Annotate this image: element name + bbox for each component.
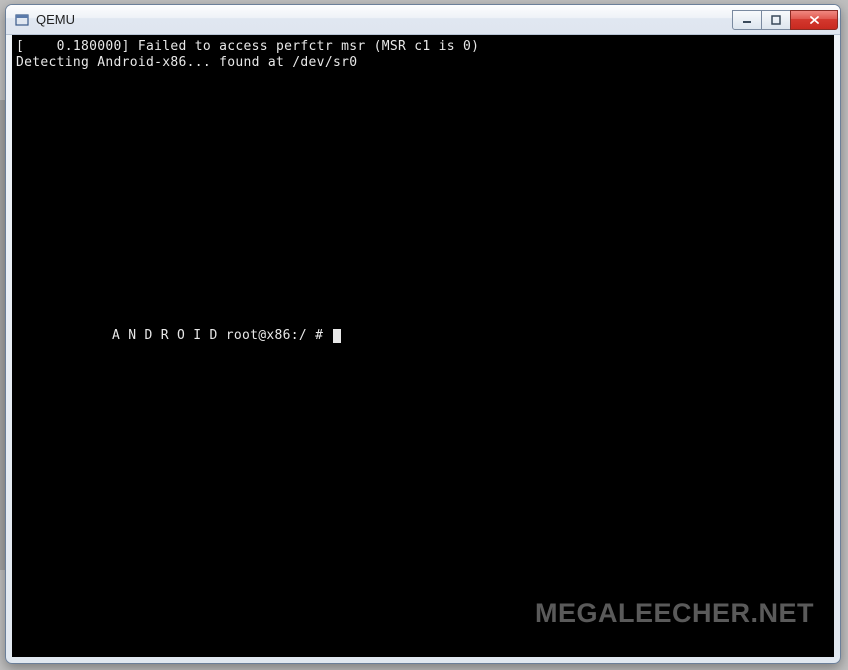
titlebar[interactable]: QEMU: [6, 5, 840, 35]
terminal-line-2: Detecting Android-x86... found at /dev/s…: [16, 55, 357, 70]
qemu-window: QEMU [ 0.180000] Failed to access perfct…: [5, 4, 841, 664]
terminal-output: [ 0.180000] Failed to access perfctr msr…: [16, 39, 479, 71]
cursor: [333, 329, 341, 343]
window-controls: [733, 10, 838, 30]
minimize-button[interactable]: [732, 10, 762, 30]
close-button[interactable]: [790, 10, 838, 30]
window-title: QEMU: [36, 12, 733, 27]
terminal-prompt: A N D R O I D root@x86:/ #: [112, 328, 331, 343]
maximize-button[interactable]: [761, 10, 791, 30]
app-icon: [14, 12, 30, 28]
terminal-prompt-line: A N D R O I D root@x86:/ #: [112, 328, 341, 343]
terminal-line-1: [ 0.180000] Failed to access perfctr msr…: [16, 39, 479, 54]
terminal-area[interactable]: [ 0.180000] Failed to access perfctr msr…: [12, 35, 834, 657]
watermark: MEGALEECHER.NET: [535, 598, 814, 629]
